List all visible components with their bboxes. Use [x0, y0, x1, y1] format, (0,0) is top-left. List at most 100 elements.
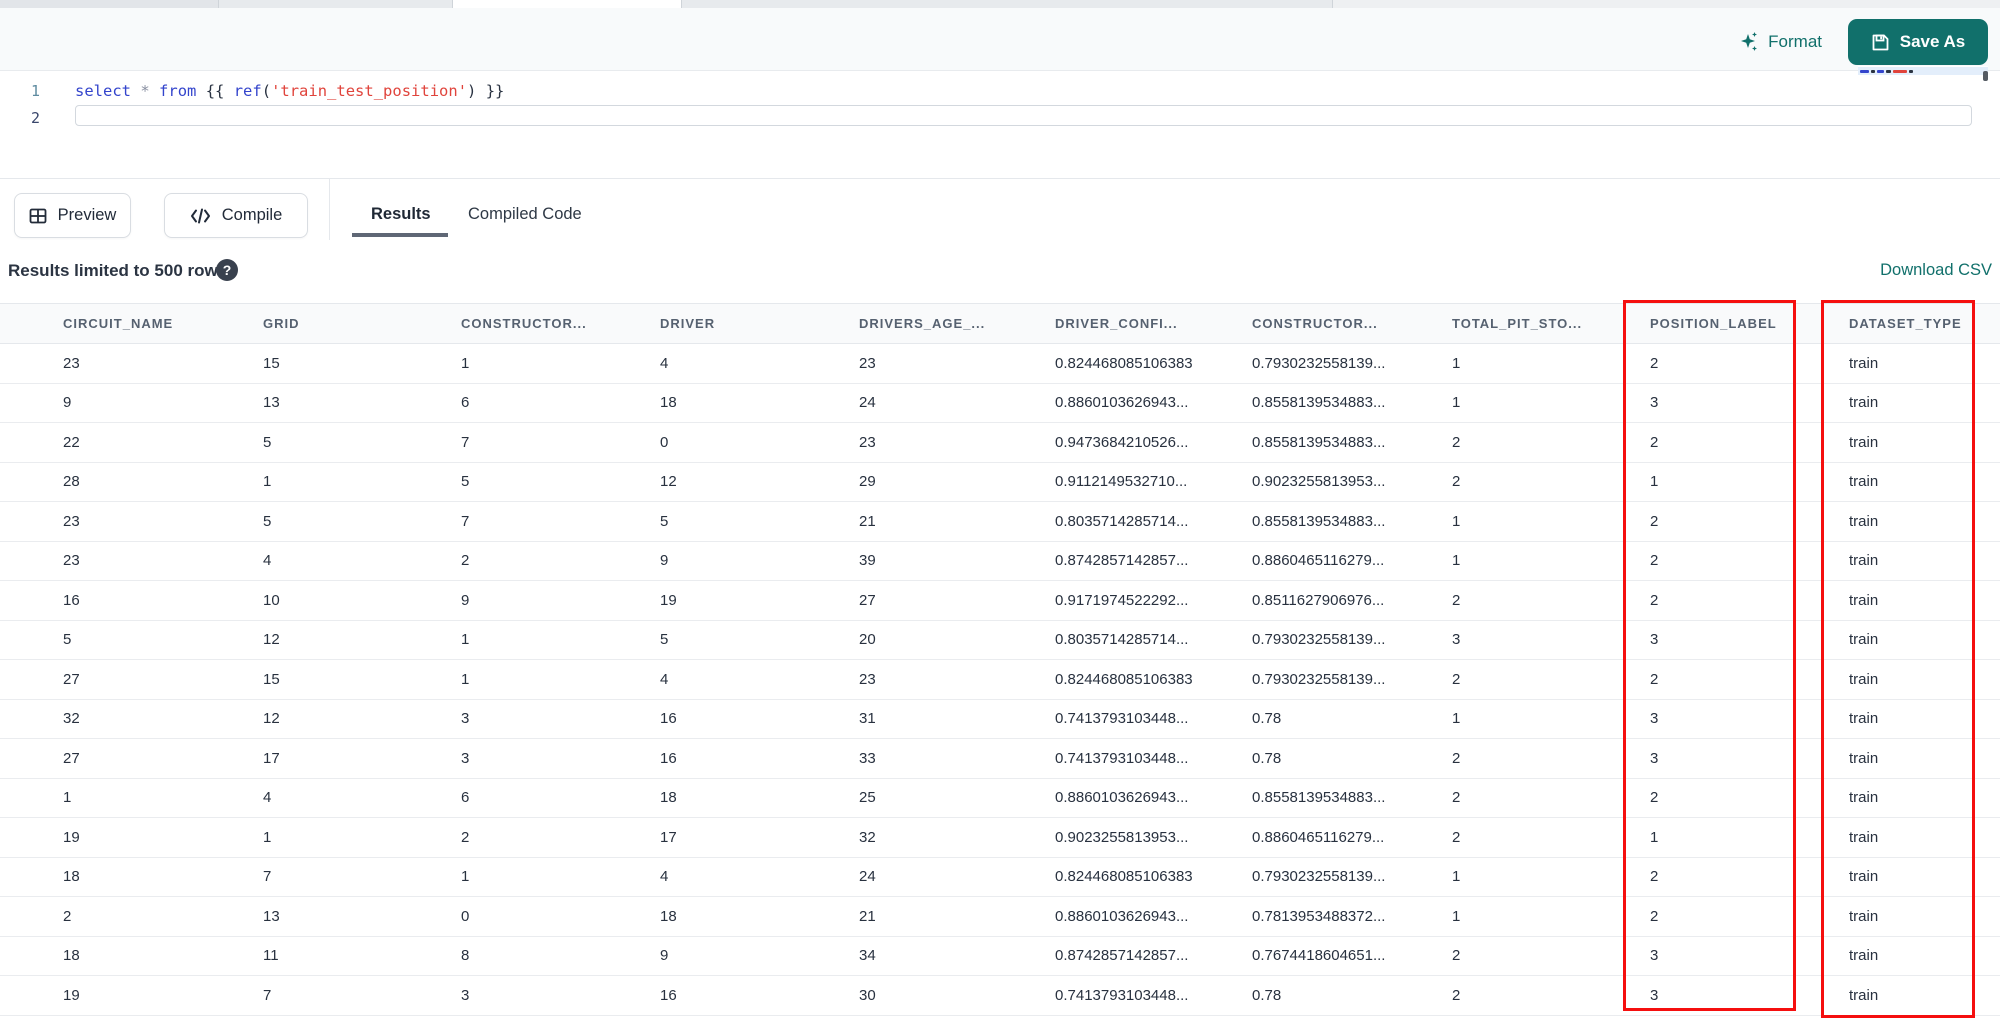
table-cell: 2: [1452, 947, 1461, 965]
table-cell: 32: [859, 828, 876, 846]
table-row: 23 4 2 9 39 0.8742857142857... 0.8860465116279…: [0, 541, 2000, 581]
save-as-label: Save As: [1899, 32, 1966, 51]
column-header: CIRCUIT_NAME: [63, 316, 174, 331]
table-cell: 0.7813953488372...: [1252, 907, 1386, 925]
table-cell: 0.78: [1252, 749, 1282, 767]
file-tab[interactable]: [682, 0, 1333, 8]
table-cell: train: [1849, 552, 1879, 570]
table-cell: 2: [1452, 670, 1461, 688]
table-cell: 0.9473684210526...: [1055, 433, 1189, 451]
editor-minimap[interactable]: [1858, 66, 1988, 92]
table-cell: 5: [63, 631, 72, 649]
table-cell: 7: [461, 433, 470, 451]
table-cell: train: [1849, 631, 1879, 649]
column-header: CONSTRUCTOR...: [461, 316, 587, 331]
table-cell: train: [1849, 947, 1879, 965]
table-cell: train: [1849, 789, 1879, 807]
scrollbar-thumb[interactable]: [1983, 71, 1988, 81]
table-cell: 0.7413793103448...: [1055, 986, 1189, 1004]
table-cell: 2: [1452, 986, 1461, 1004]
table-cell: 2: [1452, 433, 1461, 451]
table-cell: 23: [63, 552, 80, 570]
sparkles-icon: [1741, 32, 1758, 51]
table-cell: 13: [263, 394, 280, 412]
table-cell: train: [1849, 986, 1879, 1004]
column-header: DATASET_TYPE: [1849, 316, 1962, 331]
table-cell: 33: [859, 749, 876, 767]
column-header: CONSTRUCTOR...: [1252, 316, 1378, 331]
editor-cursor-line[interactable]: [75, 105, 1972, 126]
table-cell: 16: [660, 749, 677, 767]
table-cell: 20: [859, 631, 876, 649]
table-row: 32 12 3 16 31 0.7413793103448... 0.78 1 3 train: [0, 699, 2000, 739]
table-cell: 0.8860465116279...: [1252, 828, 1385, 846]
preview-label: Preview: [57, 206, 117, 224]
format-button[interactable]: Format: [1739, 27, 1822, 57]
table-row: 9 13 6 18 24 0.8860103626943... 0.855813953488…: [0, 383, 2000, 423]
table-cell: 0.8860103626943...: [1055, 394, 1189, 412]
table-cell: 1: [1452, 710, 1461, 728]
table-cell: 16: [660, 986, 677, 1004]
column-header: DRIVERS_AGE_...: [859, 316, 986, 331]
column-header: DRIVER: [660, 316, 716, 331]
table-cell: 0.7674418604651...: [1252, 947, 1386, 965]
table-cell: 27: [63, 670, 80, 688]
table-cell: 2: [461, 552, 470, 570]
question-icon[interactable]: ?: [216, 259, 238, 281]
table-cell: 1: [1452, 394, 1461, 412]
table-cell: 12: [660, 473, 677, 491]
line-number: 2: [30, 109, 40, 127]
table-cell: 32: [63, 710, 80, 728]
compile-button[interactable]: Compile: [164, 193, 308, 238]
table-cell: 12: [263, 631, 280, 649]
table-cell: 2: [1452, 591, 1461, 609]
table-cell: 1: [1452, 868, 1461, 886]
table-cell: 13: [263, 907, 280, 925]
table-cell: 1: [461, 631, 470, 649]
divider: [329, 179, 330, 240]
table-cell: 0.8558139534883...: [1252, 433, 1386, 451]
table-cell: 0.8035714285714...: [1055, 512, 1189, 530]
save-as-button[interactable]: Save As: [1848, 19, 1988, 65]
table-body: 23 15 1 4 23 0.824468085106383 0.7930232558139…: [0, 344, 2000, 1016]
table-row: 28 1 5 12 29 0.9112149532710... 0.902325581395…: [0, 462, 2000, 502]
results-panel-header: Preview Compile Results Compiled Code: [0, 179, 2000, 240]
table-cell: 0.7413793103448...: [1055, 749, 1189, 767]
table-cell: 18: [660, 789, 677, 807]
file-tab[interactable]: [0, 0, 219, 8]
tab-strip-filler: [1333, 0, 2000, 8]
table-cell: 16: [660, 710, 677, 728]
table-cell: 2: [1650, 670, 1659, 688]
tab-compiled-code[interactable]: Compiled Code: [468, 205, 582, 224]
table-cell: 4: [263, 789, 272, 807]
table-cell: 12: [263, 710, 280, 728]
table-cell: 0.9112149532710...: [1055, 473, 1188, 491]
table-cell: 3: [1452, 631, 1461, 649]
table-cell: 19: [660, 591, 677, 609]
table-cell: 2: [1650, 512, 1659, 530]
table-cell: 39: [859, 552, 876, 570]
column-header: GRID: [263, 316, 300, 331]
preview-button[interactable]: Preview: [14, 193, 131, 238]
table-cell: 1: [461, 670, 470, 688]
code-line-1[interactable]: select * from {{ ref('train_test_positio…: [75, 78, 504, 105]
table-cell: 5: [461, 473, 470, 491]
code-icon: [190, 208, 210, 223]
table-cell: 0.8860103626943...: [1055, 789, 1189, 807]
table-cell: 29: [859, 473, 876, 491]
tab-results[interactable]: Results: [371, 205, 431, 224]
code-editor[interactable]: 1 2 select * from {{ ref('train_test_pos…: [0, 66, 2000, 179]
table-cell: 23: [859, 433, 876, 451]
table-row: 27 17 3 16 33 0.7413793103448... 0.78 2 3 train: [0, 739, 2000, 779]
file-tab-active[interactable]: [453, 0, 682, 8]
table-cell: 23: [63, 512, 80, 530]
table-cell: 28: [63, 473, 80, 491]
table-row: 18 7 1 4 24 0.824468085106383 0.7930232558139.…: [0, 857, 2000, 897]
table-cell: 34: [859, 947, 876, 965]
table-row: 18 11 8 9 34 0.8742857142857... 0.767441860465…: [0, 936, 2000, 976]
table-cell: train: [1849, 591, 1879, 609]
download-csv-link[interactable]: Download CSV: [1880, 261, 1992, 280]
sql-editor-workspace: Format Save As 1 2 select * from {{ ref(…: [0, 0, 2000, 1020]
table-row: 23 15 1 4 23 0.824468085106383 0.7930232558139…: [0, 344, 2000, 384]
file-tab[interactable]: [219, 0, 453, 8]
